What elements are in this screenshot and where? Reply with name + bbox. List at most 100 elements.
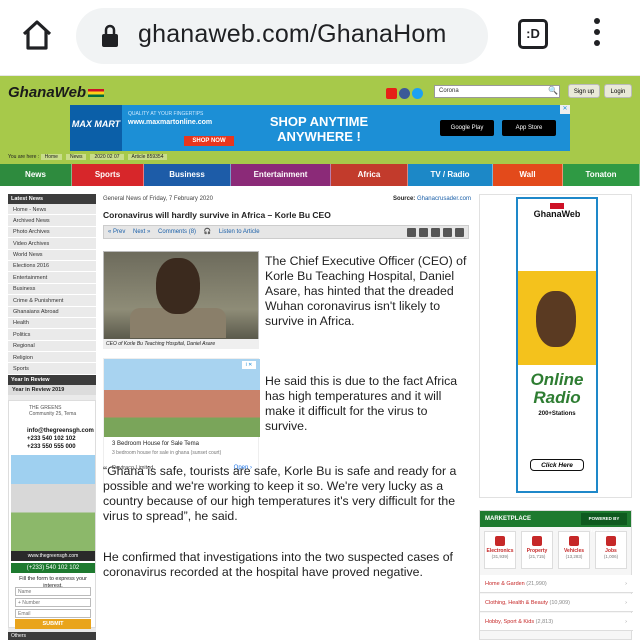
marketplace-row[interactable]: Clothing, Health & Beauty (10,909) › <box>480 594 633 612</box>
address-bar[interactable]: ghanaweb.com/GhanaHom <box>76 8 488 64</box>
nav-wall[interactable]: Wall <box>493 164 563 186</box>
nav-entertainment[interactable]: Entertainment <box>231 164 331 186</box>
screen: { "browser": { "url": "ghanaweb.com/Ghan… <box>0 0 640 640</box>
greens-contact: info@thegreensgh.com +233 540 102 102 +233… <box>27 427 94 451</box>
year-in-review-link[interactable]: Year in Review 2019 <box>8 384 96 395</box>
sidebar-item[interactable]: Photo Archives <box>8 227 96 239</box>
briefcase-icon <box>606 536 616 546</box>
category-count: (31,939) <box>491 554 509 559</box>
headphones-icon: 🎧 <box>203 229 212 235</box>
sidebar-item[interactable]: Regional <box>8 341 96 353</box>
sidebar-item[interactable]: Ghanaians Abroad <box>8 307 96 318</box>
greens-phone-bar: (+233) 540 102 102 <box>11 563 95 573</box>
breadcrumb-item[interactable]: News <box>65 154 87 160</box>
listen-label: Listen to Article <box>218 229 260 235</box>
sidebar-item[interactable]: World News <box>8 250 96 261</box>
article-paragraph: He confirmed that investigations into th… <box>103 550 453 579</box>
login-button[interactable]: Login <box>604 84 632 98</box>
category-vehicles[interactable]: Vehicles (13,283) <box>558 531 590 569</box>
marketplace-header: MARKETPLACE POWERED BY Tonaton.com <box>480 511 631 533</box>
greens-submit-button[interactable]: SUBMIT <box>15 619 91 629</box>
marketplace-row[interactable]: Hobby, Sport & Kids (2,813) › <box>480 613 633 631</box>
category-count: (1,006) <box>603 554 619 559</box>
url-text: ghanaweb.com/GhanaHom <box>138 20 447 48</box>
article: General News of Friday, 7 February 2020 … <box>103 194 471 640</box>
breadcrumb-item[interactable]: Home <box>40 154 62 160</box>
sidebar-item[interactable]: Health <box>8 318 96 330</box>
sidebar-item[interactable]: Sports <box>8 363 96 375</box>
article-toolbar: « Prev Next » Comments (8) 🎧 Listen to A… <box>103 225 469 239</box>
twitter-share-icon[interactable] <box>443 228 452 237</box>
category-count: (13,283) <box>565 554 583 559</box>
next-link[interactable]: Next » <box>133 229 150 235</box>
greens-email-field[interactable] <box>15 609 91 618</box>
category-property[interactable]: Property (21,715) <box>521 531 553 569</box>
search-icon[interactable]: 🔍 <box>548 86 558 95</box>
article-paragraph: The Chief Executive Officer (CEO) of Kor… <box>265 254 467 328</box>
ad-close-icon[interactable]: ✕ <box>560 105 570 114</box>
email-icon[interactable] <box>431 228 440 237</box>
nav-business[interactable]: Business <box>144 164 231 186</box>
sidebar-item[interactable]: Elections 2016 <box>8 261 96 273</box>
radio-ad-brand: GhanaWeb <box>533 209 581 219</box>
latest-news-heading: Latest News <box>8 194 96 204</box>
site-header: GhanaWeb Corona 🔍 Sign up Login MAX MART… <box>0 76 640 164</box>
nav-tonaton[interactable]: Tonaton <box>563 164 640 186</box>
nav-africa[interactable]: Africa <box>331 164 408 186</box>
category-jobs[interactable]: Jobs (1,006) <box>595 531 627 569</box>
more-menu-icon[interactable] <box>590 18 604 52</box>
comments-link[interactable]: Comments (8) <box>158 229 196 235</box>
nav-tv-radio[interactable]: TV / Radio <box>408 164 493 186</box>
shop-now-button[interactable]: SHOP NOW <box>184 136 234 146</box>
marketplace-widget: MARKETPLACE POWERED BY Tonaton.com Electr… <box>479 510 633 640</box>
sidebar-item[interactable]: Religion <box>8 352 96 364</box>
search-input[interactable]: Corona <box>434 85 560 98</box>
listen-link[interactable]: 🎧 Listen to Article <box>204 229 266 235</box>
sidebar-item[interactable]: Archived News <box>8 215 96 227</box>
greens-name-field[interactable] <box>15 587 91 596</box>
sidebar-item[interactable]: Home - News <box>8 204 96 216</box>
row-label: Clothing, Health & Beauty <box>485 600 548 606</box>
click-here-button[interactable]: Click Here <box>530 459 584 471</box>
app-store-badge[interactable]: App Store <box>502 120 556 136</box>
facebook-share-icon[interactable] <box>419 228 428 237</box>
chevron-right-icon: › <box>625 600 627 606</box>
sidebar-item[interactable]: Business <box>8 284 96 296</box>
site-logo[interactable]: GhanaWeb <box>8 84 105 101</box>
marketplace-row[interactable]: Home & Garden (21,990) › <box>480 575 633 593</box>
sidebar-item[interactable]: Video Archives <box>8 238 96 250</box>
tab-switcher-button[interactable]: :D <box>518 19 548 49</box>
greens-estate-photo <box>11 455 95 551</box>
greens-email: info@thegreensgh.com <box>27 428 94 434</box>
whatsapp-icon[interactable] <box>407 228 416 237</box>
tonaton-powered-badge[interactable]: POWERED BY Tonaton.com <box>581 513 627 533</box>
ghanaweb-page: GhanaWeb Corona 🔍 Sign up Login MAX MART… <box>0 76 640 640</box>
home-icon[interactable] <box>20 18 54 52</box>
sidebar-item[interactable]: Politics <box>8 329 96 341</box>
sidebar-item[interactable]: Crime & Punishment <box>8 295 96 307</box>
facebook-icon[interactable] <box>399 88 410 99</box>
the-greens-ad[interactable]: THE GREENS Community 25, Tema info@thegre… <box>8 400 96 629</box>
house-photo <box>104 359 260 437</box>
prev-link[interactable]: « Prev <box>108 229 125 235</box>
signup-button[interactable]: Sign up <box>568 84 600 98</box>
nav-news[interactable]: News <box>0 164 72 186</box>
breadcrumb-item: Article 859354 <box>127 154 168 160</box>
ad-info-icon[interactable]: i ✕ <box>242 361 256 369</box>
maxmart-banner-ad[interactable]: MAX MART QUALITY AT YOUR FINGERTIPS www.… <box>70 105 570 151</box>
online-radio-ad[interactable]: GhanaWeb Online Radio 200+Stations Click… <box>479 194 632 498</box>
print-icon[interactable] <box>455 228 464 237</box>
twitter-icon[interactable] <box>412 88 423 99</box>
greens-number-field[interactable] <box>15 598 91 607</box>
source-link[interactable]: Ghanacrusader.com <box>417 196 471 202</box>
breadcrumb-item[interactable]: 2020 02 07 <box>90 154 124 160</box>
share-icons <box>404 228 464 242</box>
youtube-icon[interactable] <box>386 88 397 99</box>
nav-sports[interactable]: Sports <box>72 164 144 186</box>
category-electronics[interactable]: Electronics (31,939) <box>484 531 516 569</box>
google-play-badge[interactable]: Google Play <box>440 120 494 136</box>
sidebar-item[interactable]: Entertainment <box>8 272 96 284</box>
social-links <box>386 86 425 104</box>
article-paragraph: He said this is due to the fact Africa h… <box>265 374 458 433</box>
others-heading: Others <box>8 632 96 640</box>
